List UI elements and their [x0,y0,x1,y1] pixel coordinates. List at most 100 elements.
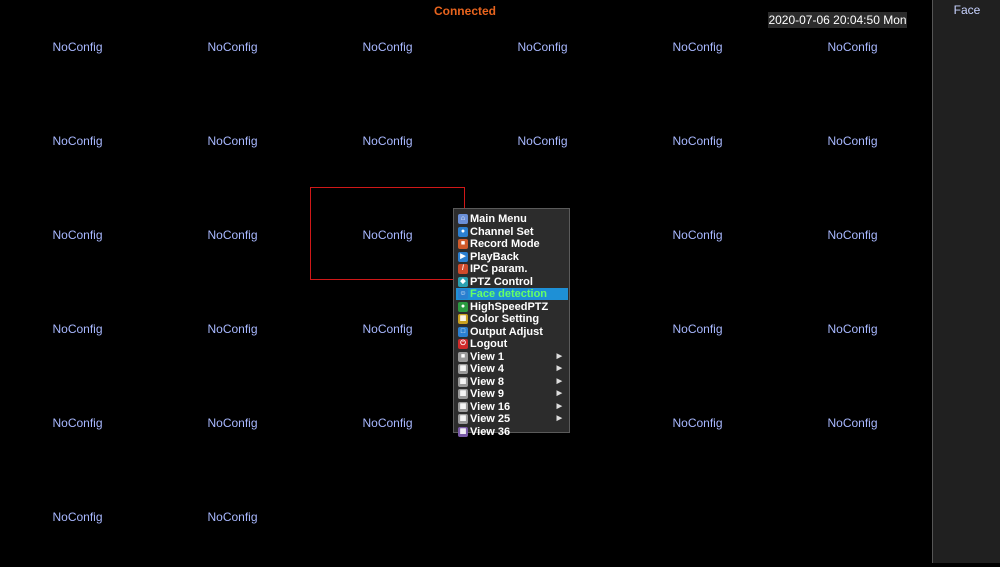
menu-item-view-8[interactable]: ▦ View 8 ▶ [456,376,568,388]
face-icon: ☺ [458,289,468,299]
view8-icon: ▦ [458,376,468,387]
menu-item-record-mode[interactable]: ■ Record Mode [456,238,568,250]
camera-cell[interactable]: NoConfig [155,94,310,188]
channel-status-label: NoConfig [52,40,103,54]
menu-item-face-detection[interactable]: ☺ Face detection [456,288,568,300]
channel-status-label: NoConfig [517,40,568,54]
menu-item-view-16[interactable]: ▦ View 16 ▶ [456,401,568,413]
menu-item-label: HighSpeedPTZ [470,300,549,313]
menu-item-label: View 9 [470,388,505,400]
menu-item-view-25[interactable]: ▦ View 25 ▶ [456,413,568,425]
camera-cell[interactable]: NoConfig [155,470,310,564]
menu-item-label: PlayBack [470,250,519,263]
camera-cell[interactable]: NoConfig [310,0,465,94]
camera-cell[interactable]: NoConfig [775,0,930,94]
record-icon: ■ [458,239,468,249]
view25-icon: ▦ [458,414,468,424]
camera-cell[interactable]: NoConfig [775,376,930,470]
channel-status-label: NoConfig [362,134,413,148]
menu-item-label: Face detection [470,288,548,300]
camera-cell[interactable]: NoConfig [310,94,465,188]
camera-cell[interactable]: NoConfig [155,188,310,282]
camera-cell[interactable]: NoConfig [0,0,155,94]
channel-status-label: NoConfig [52,134,103,148]
side-panel: Face [932,0,1000,563]
menu-item-label: PTZ Control [470,275,533,288]
submenu-arrow-icon: ▶ [556,352,562,360]
submenu-arrow-icon: ▶ [556,415,562,422]
channel-status-label: NoConfig [52,228,103,242]
channel-status-label: NoConfig [207,510,258,524]
camera-cell[interactable]: NoConfig [620,94,775,188]
view1-icon: ■ [458,351,468,362]
camera-cell[interactable]: NoConfig [310,282,465,376]
menu-item-view-4[interactable]: ▦ View 4 ▶ [456,363,568,375]
camera-cell[interactable]: NoConfig [310,376,465,470]
playback-icon: ▶ [458,251,468,262]
view16-icon: ▦ [458,401,468,412]
menu-item-main-menu[interactable]: ⌂ Main Menu [456,213,568,225]
channel-status-label: NoConfig [207,416,258,430]
submenu-arrow-icon: ▶ [556,390,562,397]
menu-item-logout[interactable]: ⏻ Logout [456,338,568,350]
camera-cell[interactable]: NoConfig [775,282,930,376]
camera-cell[interactable]: NoConfig [155,376,310,470]
menu-item-playback[interactable]: ▶ PlayBack [456,251,568,263]
camera-cell[interactable] [310,470,465,564]
camera-cell[interactable]: NoConfig [775,188,930,282]
camera-cell[interactable] [620,470,775,564]
camera-cell[interactable]: NoConfig [620,188,775,282]
submenu-arrow-icon: ▶ [556,402,562,410]
camera-cell[interactable]: NoConfig [620,0,775,94]
menu-item-color-setting[interactable]: ▦ Color Setting [456,313,568,325]
menu-item-label: Record Mode [470,238,540,250]
menu-item-view-9[interactable]: ▦ View 9 ▶ [456,388,568,400]
channel-status-label: NoConfig [827,416,878,430]
menu-item-label: Output Adjust [470,325,543,338]
camera-cell[interactable]: NoConfig [0,376,155,470]
channel-status-label: NoConfig [827,228,878,242]
camera-cell[interactable]: NoConfig [0,94,155,188]
camera-cell[interactable]: NoConfig [775,94,930,188]
channel-status-label: NoConfig [672,322,723,336]
ptz-icon: ◆ [458,276,468,287]
channel-status-label: NoConfig [362,40,413,54]
menu-item-output-adjust[interactable]: □ Output Adjust [456,326,568,338]
camera-cell[interactable]: NoConfig [0,188,155,282]
highspeed-ptz-icon: ● [458,301,468,312]
side-panel-title: Face [953,3,981,17]
camera-cell[interactable]: NoConfig [620,376,775,470]
channel-status-label: NoConfig [362,322,413,336]
channel-status-label: NoConfig [52,416,103,430]
menu-item-label: Main Menu [470,213,527,225]
menu-item-label: View 25 [470,413,511,425]
camera-cell[interactable]: NoConfig [0,282,155,376]
menu-item-ptz-control[interactable]: ◆ PTZ Control [456,276,568,288]
channel-status-label: NoConfig [672,416,723,430]
menu-item-ipc-param[interactable]: / IPC param. [456,263,568,275]
menu-item-view-36[interactable]: ▦ View 36 [456,426,568,438]
menu-item-label: Logout [470,338,508,350]
context-menu: ⌂ Main Menu ● Channel Set ■ Record Mode ▶ PlayB… [453,208,570,438]
submenu-arrow-icon: ▶ [556,377,562,385]
camera-cell[interactable]: NoConfig [465,94,620,188]
menu-item-label: View 36 [470,425,511,438]
camera-cell[interactable]: NoConfig [155,282,310,376]
channel-status-label: NoConfig [517,134,568,148]
camera-cell[interactable]: NoConfig [0,470,155,564]
camera-cell[interactable]: NoConfig [465,0,620,94]
menu-item-view-1[interactable]: ■ View 1 ▶ [456,351,568,363]
menu-item-highspeedptz[interactable]: ● HighSpeedPTZ [456,301,568,313]
view9-icon: ▦ [458,389,468,399]
camera-cell[interactable]: NoConfig [620,282,775,376]
view4-icon: ▦ [458,364,468,374]
camera-cell[interactable] [775,470,930,564]
channel-status-label: NoConfig [52,322,103,336]
menu-item-channel-set[interactable]: ● Channel Set [456,226,568,238]
channel-status-label: NoConfig [672,134,723,148]
camera-cell[interactable]: NoConfig [155,0,310,94]
channel-status-label: NoConfig [207,228,258,242]
menu-item-label: View 4 [470,363,505,375]
camera-cell[interactable] [465,470,620,564]
channel-status-label: NoConfig [207,134,258,148]
